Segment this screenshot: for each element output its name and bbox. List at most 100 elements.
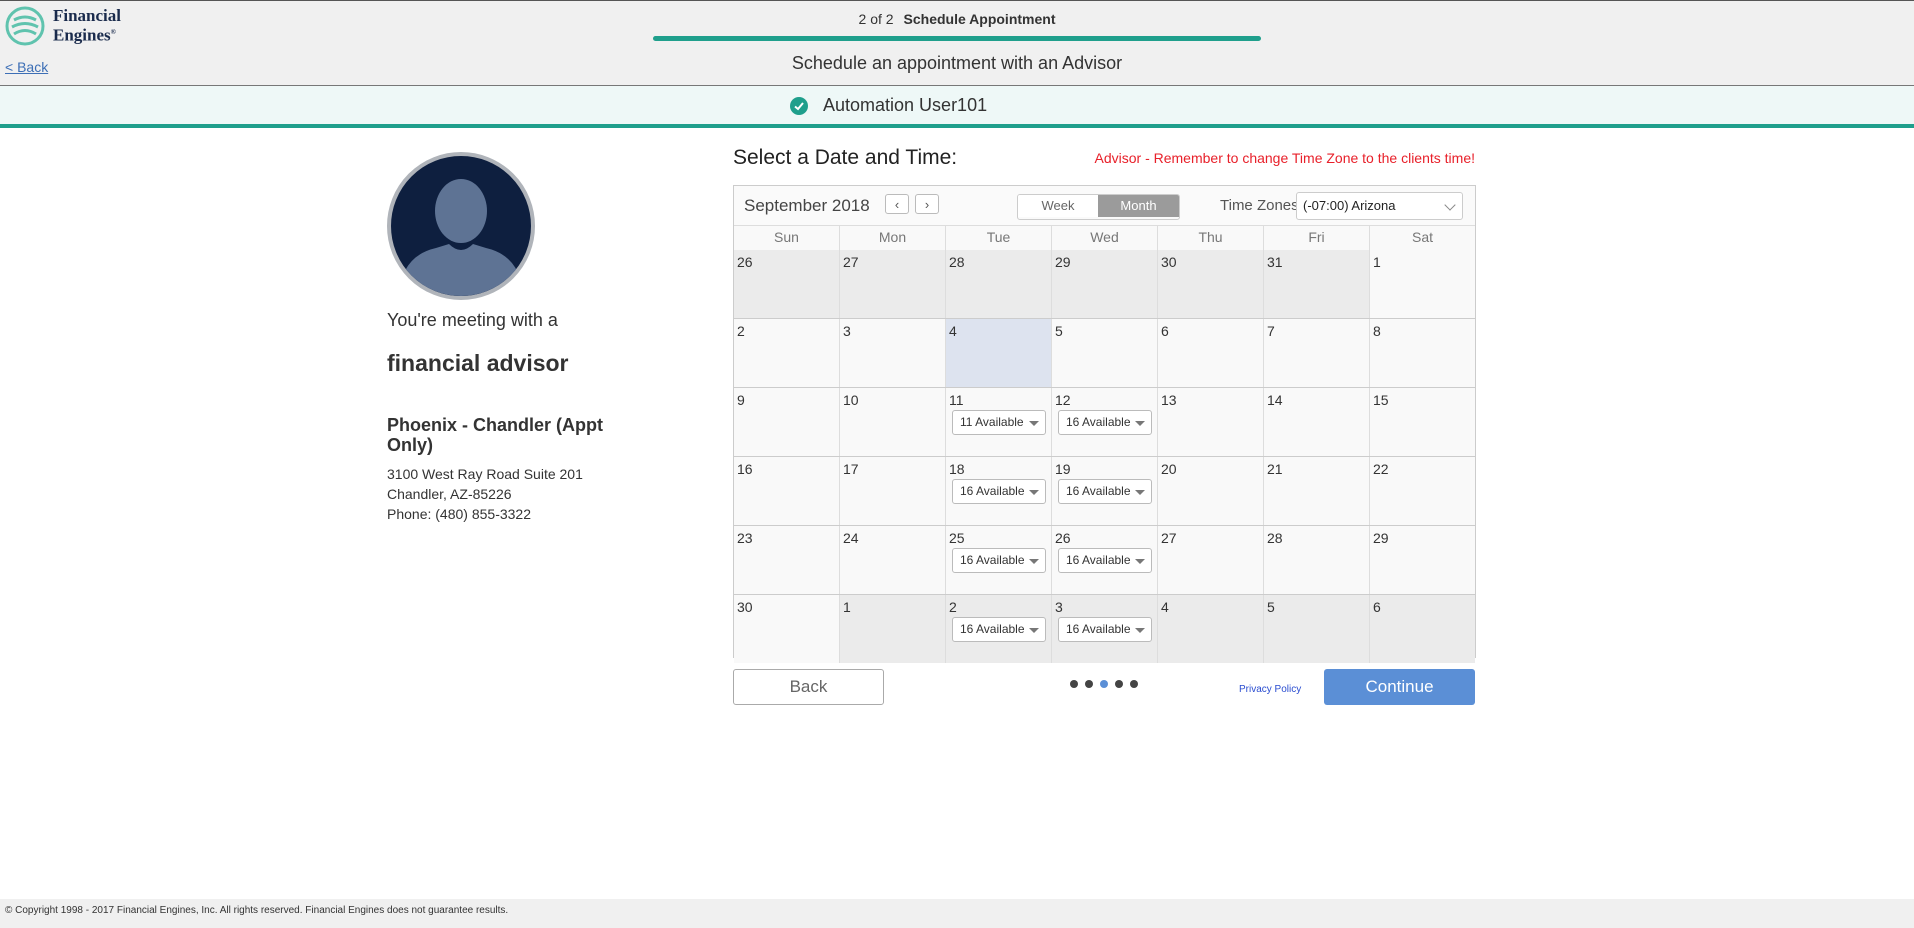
calendar-day-cell[interactable]: 28 [1264, 526, 1370, 594]
calendar-week-row: 9 10 11 11 Available 12 16 Available 13 14 15 [734, 388, 1475, 457]
caret-down-icon [1029, 421, 1039, 426]
day-number: 13 [1161, 392, 1177, 408]
pager-dot[interactable] [1115, 680, 1123, 688]
availability-dropdown[interactable]: 16 Available [952, 617, 1046, 642]
calendar-day-cell[interactable]: 2 [734, 319, 840, 387]
day-number: 10 [843, 392, 859, 408]
prev-month-button[interactable]: ‹ [885, 194, 909, 214]
availability-dropdown[interactable]: 16 Available [952, 479, 1046, 504]
timezone-select[interactable]: (-07:00) Arizona [1296, 192, 1463, 220]
day-number: 1 [843, 599, 851, 615]
calendar-day-cell[interactable]: 20 [1158, 457, 1264, 525]
availability-dropdown[interactable]: 16 Available [1058, 617, 1152, 642]
pager-dot[interactable] [1130, 680, 1138, 688]
continue-button[interactable]: Continue [1324, 669, 1475, 705]
calendar-day-cell[interactable]: 6 [1370, 595, 1475, 663]
calendar-day-cell[interactable]: 10 [840, 388, 946, 456]
calendar-day-cell[interactable]: 3 [840, 319, 946, 387]
calendar-day-cell[interactable]: 29 [1052, 250, 1158, 318]
calendar-day-cell[interactable]: 28 [946, 250, 1052, 318]
calendar-day-cell[interactable]: 3 16 Available [1052, 595, 1158, 663]
calendar-day-cell[interactable]: 30 [1158, 250, 1264, 318]
calendar-day-cell[interactable]: 4 [1158, 595, 1264, 663]
calendar-day-cell[interactable]: 17 [840, 457, 946, 525]
day-number: 14 [1267, 392, 1283, 408]
timezone-value: (-07:00) Arizona [1303, 198, 1396, 213]
calendar-week-row: 26 27 28 29 30 31 1 [734, 250, 1475, 319]
availability-dropdown[interactable]: 16 Available [1058, 479, 1152, 504]
day-number: 29 [1373, 530, 1389, 546]
day-number: 29 [1055, 254, 1071, 270]
calendar-day-cell[interactable]: 12 16 Available [1052, 388, 1158, 456]
caret-down-icon [1135, 421, 1145, 426]
step-count: 2 of 2 [858, 11, 894, 27]
caret-down-icon [1029, 628, 1039, 633]
privacy-policy-link[interactable]: Privacy Policy [1239, 684, 1301, 695]
day-number: 7 [1267, 323, 1275, 339]
day-number: 5 [1267, 599, 1275, 615]
day-number: 16 [737, 461, 753, 477]
calendar-day-cell[interactable]: 26 [734, 250, 840, 318]
day-number: 3 [1055, 599, 1063, 615]
day-number: 30 [1161, 254, 1177, 270]
calendar-day-cell[interactable]: 1 [1370, 250, 1475, 318]
day-number: 1 [1373, 254, 1381, 270]
pager-dot[interactable] [1085, 680, 1093, 688]
month-view-button[interactable]: Month [1098, 195, 1179, 217]
availability-label: 11 Available [960, 415, 1024, 429]
calendar-day-cell[interactable]: 25 16 Available [946, 526, 1052, 594]
calendar-grid: 26 27 28 29 30 31 1 2 3 4 5 6 7 8 9 10 11 11 Available 12 1… [734, 250, 1475, 663]
back-button[interactable]: Back [733, 669, 884, 705]
availability-dropdown[interactable]: 16 Available [952, 548, 1046, 573]
day-number: 6 [1373, 599, 1381, 615]
page-subtitle: Schedule an appointment with an Advisor [791, 53, 1123, 73]
calendar-day-cell[interactable]: 4 [946, 319, 1052, 387]
next-month-button[interactable]: › [915, 194, 939, 214]
calendar-day-cell[interactable]: 5 [1052, 319, 1158, 387]
calendar-day-cell[interactable]: 13 [1158, 388, 1264, 456]
availability-dropdown[interactable]: 11 Available [952, 410, 1046, 435]
calendar-day-cell[interactable]: 29 [1370, 526, 1475, 594]
calendar-day-cell[interactable]: 19 16 Available [1052, 457, 1158, 525]
calendar-day-cell[interactable]: 8 [1370, 319, 1475, 387]
calendar-day-cell[interactable]: 11 11 Available [946, 388, 1052, 456]
calendar-week-row: 16 17 18 16 Available 19 16 Available 20 21 22 [734, 457, 1475, 526]
calendar-day-cell[interactable]: 22 [1370, 457, 1475, 525]
calendar-day-cell[interactable]: 30 [734, 595, 840, 663]
availability-dropdown[interactable]: 16 Available [1058, 548, 1152, 573]
day-number: 20 [1161, 461, 1177, 477]
calendar-day-cell[interactable]: 18 16 Available [946, 457, 1052, 525]
calendar-day-cell[interactable]: 14 [1264, 388, 1370, 456]
calendar-day-cell[interactable]: 7 [1264, 319, 1370, 387]
calendar-day-cell[interactable]: 23 [734, 526, 840, 594]
office-phone: Phone: (480) 855-3322 [387, 506, 531, 522]
calendar-toolbar: September 2018 ‹ › Week Month Time Zones… [734, 186, 1475, 226]
calendar-day-cell[interactable]: 1 [840, 595, 946, 663]
calendar-day-cell[interactable]: 24 [840, 526, 946, 594]
office-name: Phoenix - Chandler (Appt Only) [387, 415, 603, 455]
calendar-day-cell[interactable]: 5 [1264, 595, 1370, 663]
availability-dropdown[interactable]: 16 Available [1058, 410, 1152, 435]
availability-label: 16 Available [960, 484, 1025, 498]
pager-dot[interactable] [1100, 680, 1108, 688]
calendar-day-cell[interactable]: 27 [1158, 526, 1264, 594]
calendar-day-cell[interactable]: 27 [840, 250, 946, 318]
weekday-header: Fri [1264, 226, 1370, 250]
calendar-day-cell[interactable]: 21 [1264, 457, 1370, 525]
calendar-day-cell[interactable]: 2 16 Available [946, 595, 1052, 663]
day-number: 26 [737, 254, 753, 270]
calendar-day-cell[interactable]: 6 [1158, 319, 1264, 387]
caret-down-icon [1135, 628, 1145, 633]
calendar-day-cell[interactable]: 16 [734, 457, 840, 525]
calendar-day-cell[interactable]: 9 [734, 388, 840, 456]
weekday-header-row: Sun Mon Tue Wed Thu Fri Sat [734, 225, 1475, 251]
footer: © Copyright 1998 - 2017 Financial Engine… [0, 899, 1914, 928]
availability-label: 16 Available [1066, 622, 1131, 636]
week-view-button[interactable]: Week [1018, 195, 1098, 217]
pager-dot[interactable] [1070, 680, 1078, 688]
calendar-day-cell[interactable]: 26 16 Available [1052, 526, 1158, 594]
weekday-header: Sat [1411, 229, 1433, 245]
calendar-day-cell[interactable]: 15 [1370, 388, 1475, 456]
calendar-day-cell[interactable]: 31 [1264, 250, 1370, 318]
caret-down-icon [1029, 490, 1039, 495]
